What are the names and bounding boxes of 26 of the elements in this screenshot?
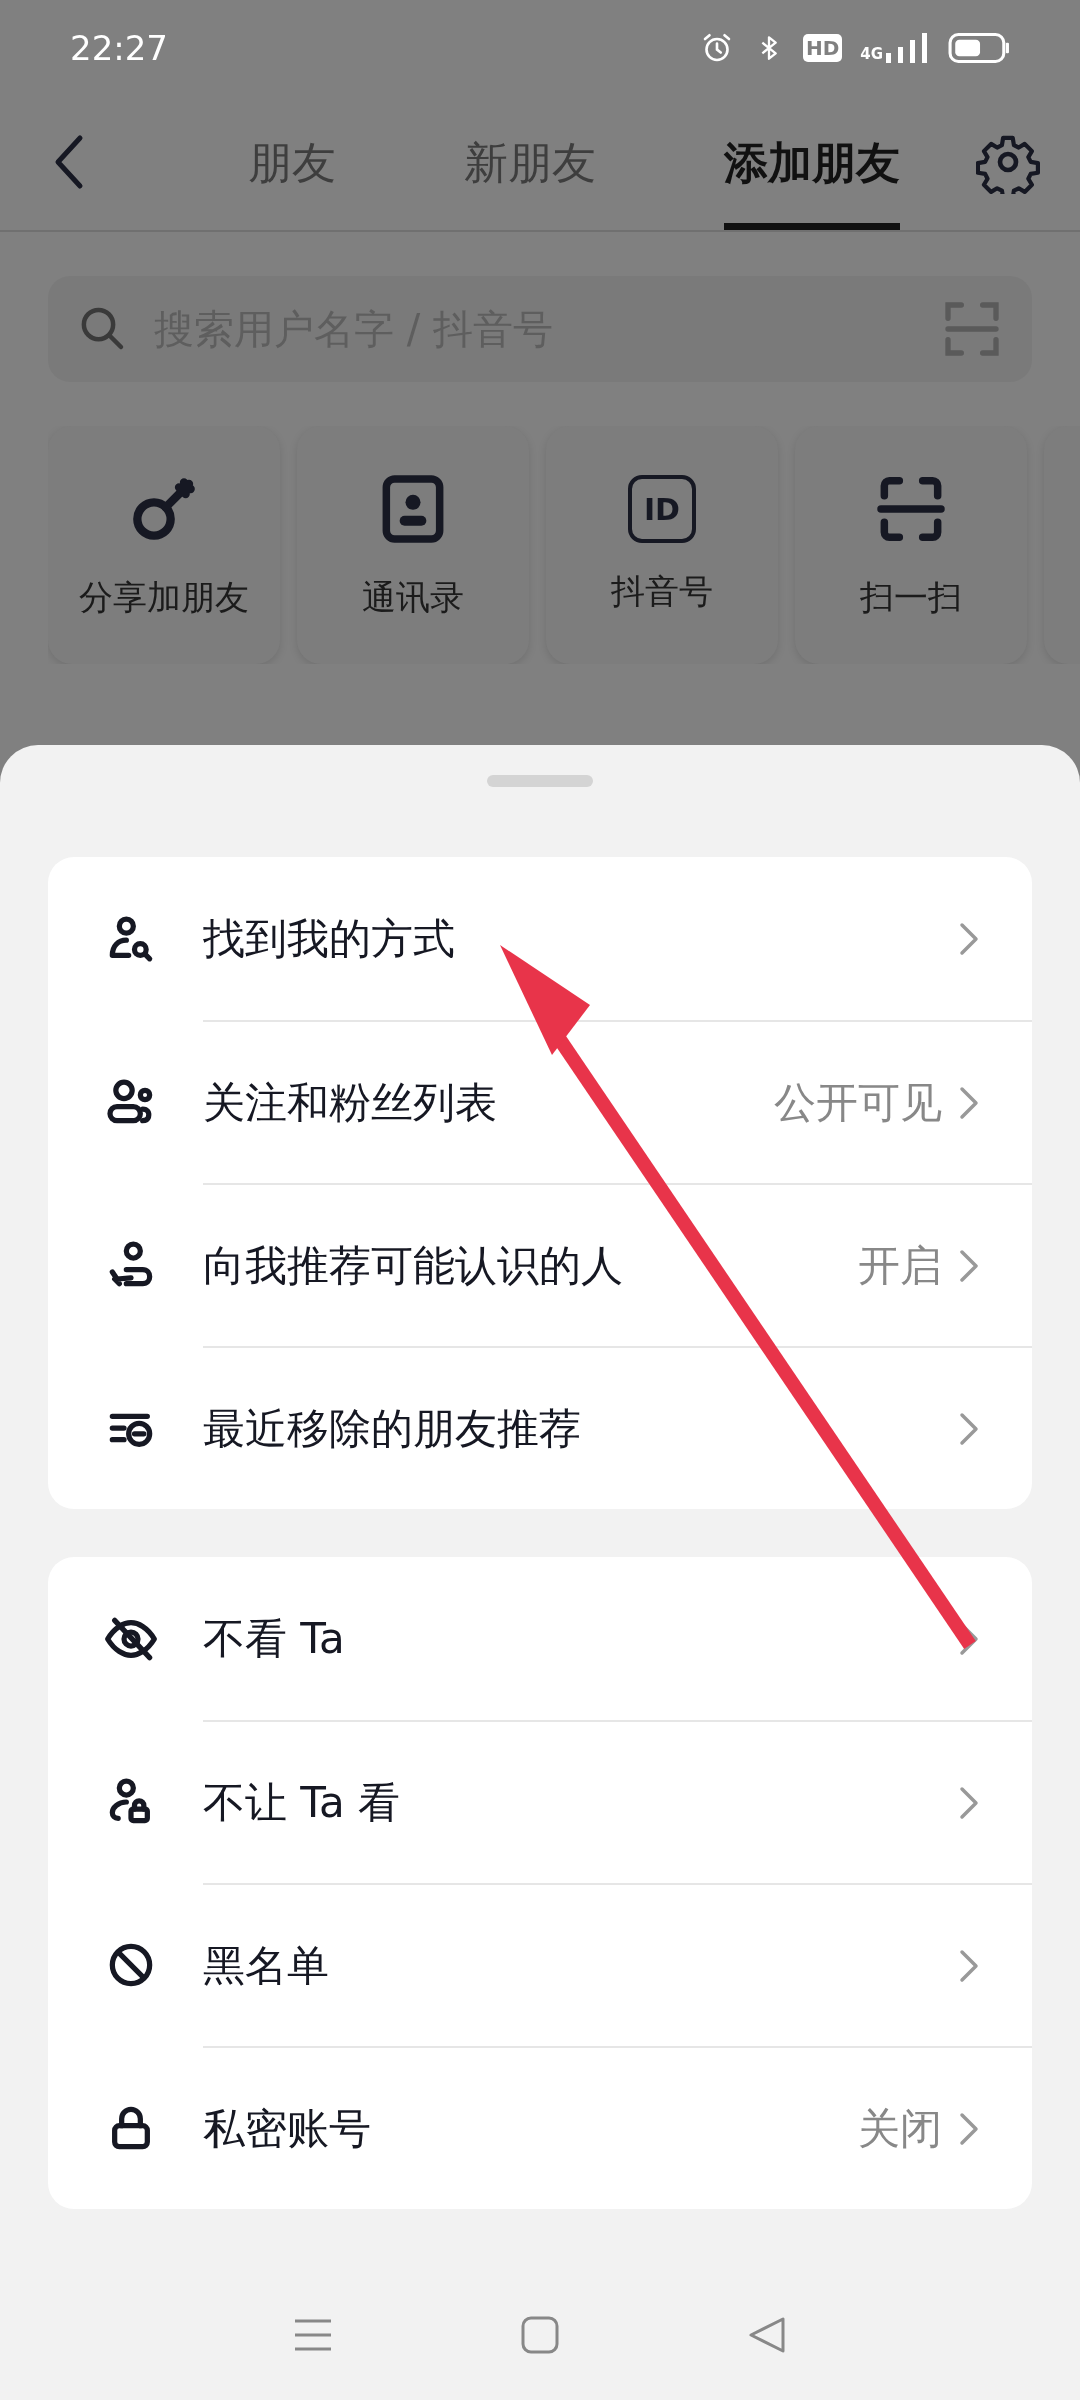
tab[interactable]: 添加朋友 [724,96,900,230]
id-icon: ID [628,475,696,543]
settings-row[interactable]: 向我推荐可能认识的人 开启 [48,1183,1032,1346]
drag-handle[interactable] [487,775,593,787]
chevron-right-icon [958,1084,980,1121]
settings-row[interactable]: 最近移除的朋友推荐 [48,1346,1032,1509]
menu-icon[interactable] [293,2317,334,2353]
settings-row[interactable]: 找到我的方式 [48,857,1032,1020]
settings-row[interactable]: 私密账号 关闭 [48,2046,1032,2209]
settings-row[interactable]: 黑名单 [48,1883,1032,2046]
chevron-right-icon [958,920,980,957]
chevron-right-icon [958,1247,980,1284]
chevron-right-icon [958,2110,980,2147]
settings-row[interactable]: 不看 Ta [48,1557,1032,1720]
home-icon[interactable] [520,2315,560,2355]
chevron-right-icon [958,1410,980,1447]
quick-action-button[interactable]: 分享加朋友 [48,426,280,664]
settings-row[interactable]: 不让 Ta 看 [48,1720,1032,1883]
network-indicator: 4G [860,33,930,63]
chevron-right-icon [958,1784,980,1821]
quick-action-button[interactable]: 扫一扫 [795,426,1027,664]
hd-badge: HD [802,34,843,62]
quick-action-button[interactable]: ID 抖音号 [546,426,778,664]
chevron-right-icon [958,1947,980,1984]
status-time: 22:27 [70,28,168,68]
quick-action-button[interactable]: 通讯录 [297,426,529,664]
